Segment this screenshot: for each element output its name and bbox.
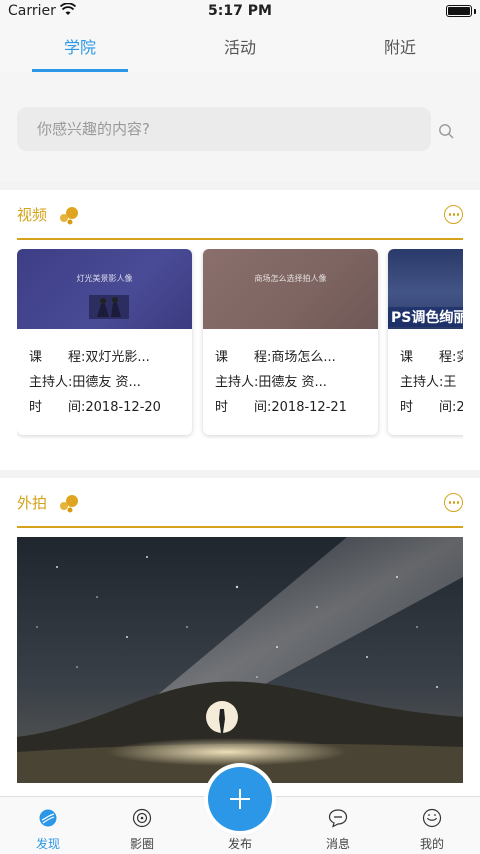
tab-profile[interactable]: 我的 — [384, 797, 480, 854]
search-icon[interactable] — [438, 123, 454, 139]
tab-label: 发布 — [227, 837, 252, 851]
outdoor-more-icon[interactable] — [444, 493, 463, 512]
tab-events[interactable]: 活动 — [160, 24, 320, 72]
clock: 5:17 PM — [208, 3, 272, 19]
battery-tip — [474, 9, 476, 14]
video-more-icon[interactable] — [444, 205, 463, 224]
tab-label: 发现 — [35, 837, 60, 851]
search-area — [0, 72, 480, 182]
video-thumbnail: 灯光美景影人像 — [17, 249, 192, 329]
dancers-image — [89, 295, 129, 319]
video-card-list: 灯光美景影人像 课 程:双灯光影... 主持人:田德友 资... 时 间:201… — [17, 249, 463, 439]
time-text: 时 间:2018-12-21 — [215, 400, 347, 415]
video-thumbnail: 商场怎么选择拍人像 — [203, 249, 378, 329]
bubbles-icon — [60, 207, 78, 225]
host-text: 主持人:王 — [400, 375, 457, 390]
thumbnail-text: PS调色绚丽 — [388, 307, 463, 327]
thumbnail-text: 灯光美景影人像 — [76, 274, 133, 283]
battery-icon — [446, 5, 472, 17]
video-section-title: 视频 — [17, 206, 48, 224]
host-text: 主持人:田德友 资... — [29, 375, 141, 390]
course-text: 课 程:双灯光影... — [29, 350, 150, 365]
thumbnail-text: 商场怎么选择拍人像 — [254, 274, 327, 283]
tab-messages[interactable]: 消息 — [290, 797, 386, 854]
tab-label: 影圈 — [129, 837, 154, 851]
discover-icon — [39, 809, 57, 827]
bubbles-icon — [60, 495, 78, 513]
outdoor-section: 外拍 — [0, 478, 480, 798]
tab-discover[interactable]: 发现 — [0, 797, 96, 854]
status-bar: Carrier 5:17 PM — [0, 0, 480, 24]
message-icon — [328, 809, 348, 828]
search-input[interactable] — [17, 107, 431, 151]
circle-icon — [132, 808, 152, 828]
publish-button[interactable] — [208, 767, 272, 831]
course-text: 课 程:商场怎么... — [215, 350, 336, 365]
plus-icon-vertical — [239, 789, 241, 809]
profile-icon — [422, 808, 442, 828]
tab-circle[interactable]: 影圈 — [94, 797, 190, 854]
milky-way-photo[interactable] — [17, 537, 463, 783]
section-divider — [17, 238, 463, 240]
tab-nearby[interactable]: 附近 — [320, 24, 480, 72]
tab-label: 我的 — [419, 837, 444, 851]
tab-label: 消息 — [325, 837, 350, 851]
time-text: 时 间:20 — [400, 400, 463, 415]
time-text: 时 间:2018-12-20 — [29, 400, 161, 415]
section-divider — [17, 526, 463, 528]
video-card[interactable]: 灯光美景影人像 课 程:双灯光影... 主持人:田德友 资... 时 间:201… — [17, 249, 192, 435]
outdoor-section-title: 外拍 — [17, 494, 48, 512]
video-card[interactable]: PS调色绚丽 课 程:实 主持人:王 时 间:20 — [388, 249, 463, 435]
host-text: 主持人:田德友 资... — [215, 375, 327, 390]
video-card[interactable]: 商场怎么选择拍人像 课 程:商场怎么... 主持人:田德友 资... 时 间:2… — [203, 249, 378, 435]
video-thumbnail: PS调色绚丽 — [388, 249, 463, 329]
tab-academy[interactable]: 学院 — [0, 24, 160, 72]
course-text: 课 程:实 — [400, 350, 463, 365]
video-section: 视频 灯光美景影人像 课 程:双灯光影... 主持人:田德友 资... 时 间:… — [0, 190, 480, 470]
top-tabs: 学院 活动 附近 — [0, 24, 480, 72]
